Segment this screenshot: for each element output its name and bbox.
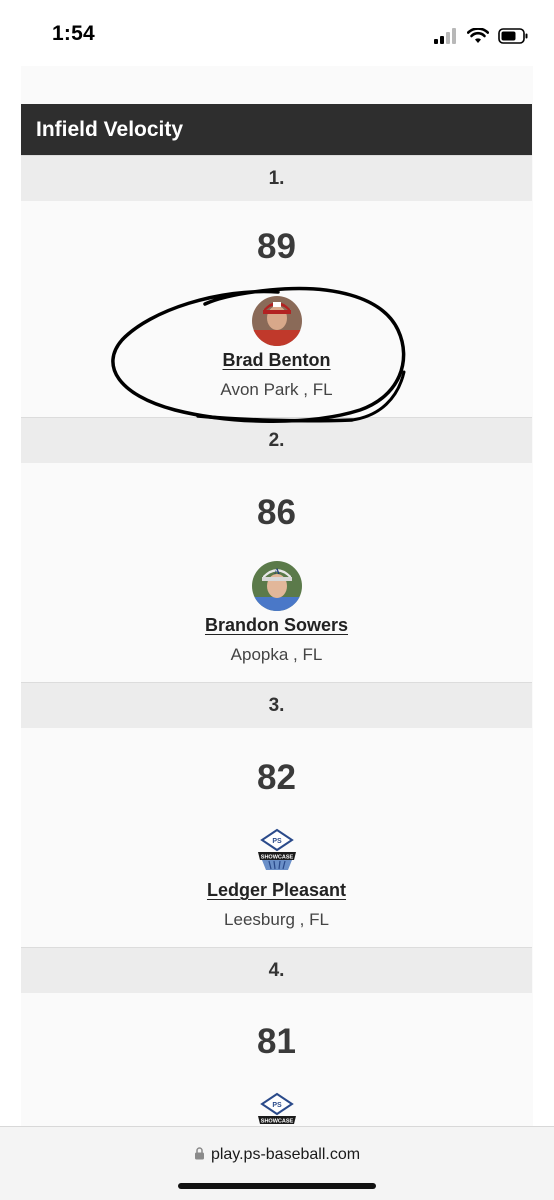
battery-icon [498,28,528,44]
player-name-link[interactable]: Ledger Pleasant [21,880,532,901]
svg-text:PS: PS [272,1102,282,1109]
url-display[interactable]: play.ps-baseball.com [0,1146,554,1164]
rank-number: 2. [268,429,285,451]
status-icons [434,25,528,47]
player-location: Apopka , FL [230,645,323,664]
rank-row: 3. [21,682,532,728]
rank-row: 4. [21,947,532,993]
lock-icon [194,1147,204,1160]
leaderboard-entry: 82 PS SHOWCASE Ledger Pleasant Leesburg … [21,730,532,947]
rank-number: 4. [268,959,285,981]
svg-text:A: A [274,567,280,576]
rank-row: 2. [21,417,532,463]
player-location: Avon Park , FL [220,380,333,399]
velocity-value: 89 [257,227,296,266]
velocity-value: 86 [257,493,296,532]
player-name-link[interactable]: Brandon Sowers [21,615,532,636]
rank-number: 1. [268,167,285,189]
rank-row: 1. [21,155,532,201]
svg-text:SHOWCASE: SHOWCASE [261,1119,294,1125]
svg-text:PS: PS [272,838,282,845]
player-photo: A [252,561,302,611]
section-title: Infield Velocity [36,117,184,141]
url-text: play.ps-baseball.com [210,1146,361,1163]
player-location: Leesburg , FL [224,910,329,929]
status-time: 1:54 [52,22,95,45]
status-bar: 1:54 [0,0,554,70]
player-avatar[interactable]: A [252,561,302,611]
svg-text:SHOWCASE: SHOWCASE [261,855,294,861]
leaderboard-entry: 89 Brad Benton Avon Park , FL [21,201,532,417]
home-indicator[interactable] [178,1183,376,1189]
cellular-signal-icon [434,28,456,44]
player-photo [252,296,302,346]
velocity-value: 81 [257,1022,296,1061]
rank-number: 3. [268,694,285,716]
browser-url-bar[interactable]: play.ps-baseball.com [0,1126,554,1200]
wifi-icon [467,28,489,43]
velocity-value: 82 [257,758,296,797]
player-avatar[interactable] [252,296,302,346]
leaderboard-entry: 81 PS SHOWCASE [21,994,532,1126]
section-header: Infield Velocity [21,104,532,155]
ps-showcase-logo: PS SHOWCASE [252,828,302,874]
player-name-link[interactable]: Brad Benton [21,350,532,371]
leaderboard-entry: 86 A Brandon Sowers Apopka , FL [21,465,532,682]
